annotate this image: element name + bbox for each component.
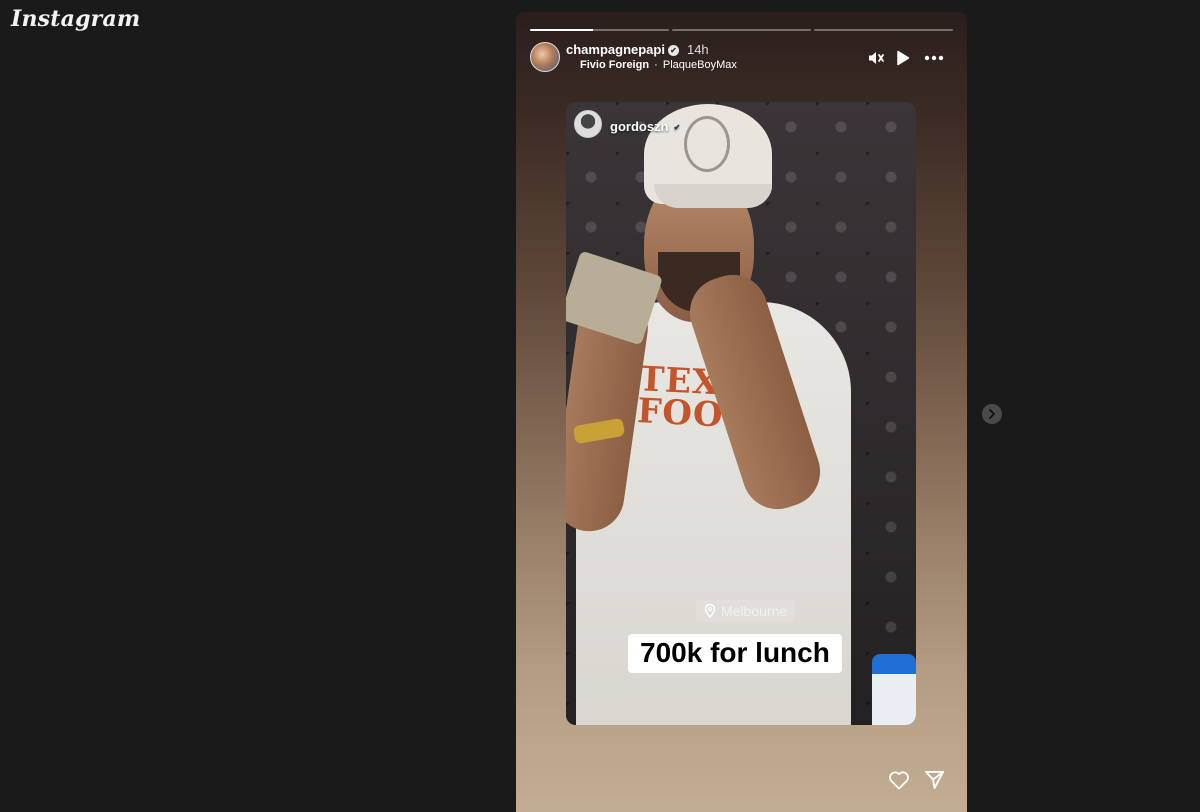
more-options-button[interactable] xyxy=(922,49,946,67)
play-button[interactable] xyxy=(894,49,912,67)
music-separator: · xyxy=(654,59,658,71)
author-username[interactable]: champagnepapi xyxy=(566,42,665,57)
reshared-author-row: gordoszn ✔ xyxy=(610,119,683,134)
speaker-muted-icon xyxy=(869,52,884,64)
instagram-logo[interactable]: Instagram xyxy=(11,6,140,32)
location-label: Melbourne xyxy=(721,603,788,619)
more-icon xyxy=(924,55,944,61)
story-actions xyxy=(516,768,967,796)
story-timestamp: 14h xyxy=(686,42,709,57)
progress-segment xyxy=(530,29,669,31)
story-header: champagnepapi ✔ 14h Fivio Foreign · Plaque… xyxy=(530,42,953,76)
verified-badge-icon: ✔ xyxy=(667,45,679,56)
music-title: Fivio Foreign xyxy=(580,59,650,71)
share-button[interactable] xyxy=(924,770,945,795)
progress-segment xyxy=(672,29,811,31)
like-button[interactable] xyxy=(888,770,910,795)
story-viewer[interactable]: champagnepapi ✔ 14h Fivio Foreign · Plaque… xyxy=(516,12,967,812)
cap-emblem xyxy=(684,116,730,172)
location-sticker[interactable]: Melbourne xyxy=(696,600,796,622)
author-avatar[interactable] xyxy=(530,42,560,72)
music-info[interactable]: Fivio Foreign · PlaqueBoyMax xyxy=(580,59,737,71)
next-story-button[interactable] xyxy=(982,404,1002,424)
send-icon xyxy=(924,770,945,790)
verified-badge-icon: ✔ xyxy=(671,122,683,133)
mute-button[interactable] xyxy=(866,49,886,67)
reshared-post[interactable]: TEX FOOTB gordoszn ✔ Melbourne 700k for l… xyxy=(566,102,916,725)
music-artist: PlaqueBoyMax xyxy=(662,59,737,71)
author-username-row: champagnepapi ✔ 14h xyxy=(566,42,709,57)
reshared-author-username[interactable]: gordoszn xyxy=(610,119,669,134)
water-bottle xyxy=(872,654,916,725)
location-pin-icon xyxy=(704,604,716,618)
progress-segment xyxy=(814,29,953,31)
caption-sticker: 700k for lunch xyxy=(628,634,842,673)
play-icon xyxy=(897,50,910,66)
chevron-right-icon xyxy=(989,409,995,419)
cap-brim xyxy=(654,184,772,208)
heart-icon xyxy=(889,771,909,790)
reshared-author-avatar[interactable] xyxy=(574,110,602,138)
story-progress-bar xyxy=(530,29,953,31)
